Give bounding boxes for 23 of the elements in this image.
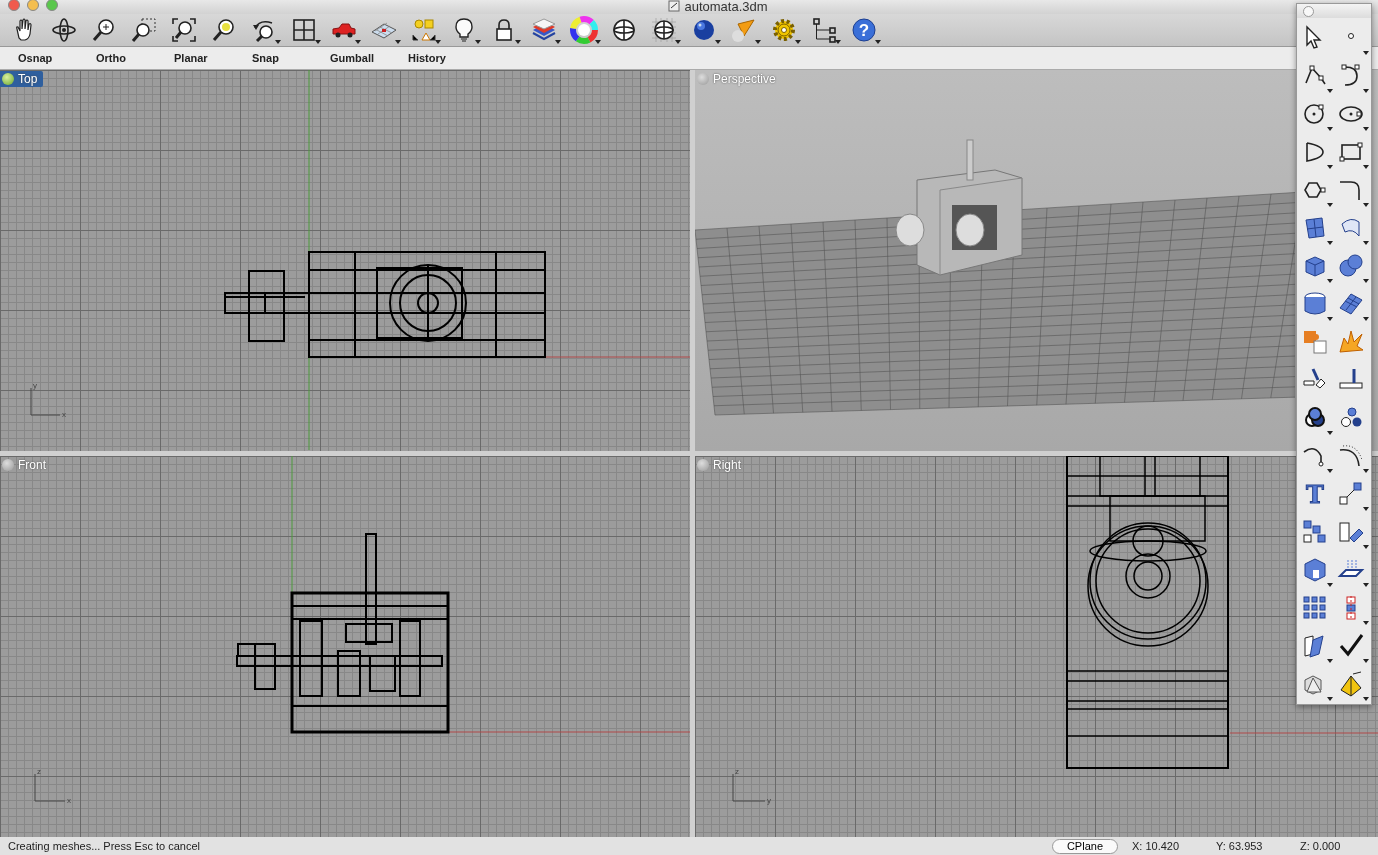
viewport-title: Perspective [713,72,776,86]
document-icon [668,0,681,12]
viewport-title: Top [18,72,38,86]
minimize-button[interactable] [27,0,39,11]
option-toggle[interactable]: Ortho [86,52,164,64]
viewport-title: Front [18,458,46,472]
option-toggle[interactable]: Osnap [8,52,86,64]
option-toggle[interactable]: Snap [242,52,320,64]
viewport-tab[interactable]: Top [0,71,44,87]
coordinate-readout: Z: 0.000 [1300,840,1342,852]
coordinate-readout: X: 10.420 [1132,840,1181,852]
viewport-title: Right [713,458,741,472]
status-message: Creating meshes... Press Esc to cancel [8,840,200,852]
option-toggle[interactable]: History [398,52,476,64]
option-toggle[interactable]: Planar [164,52,242,64]
coordinate-readout: Y: 63.953 [1216,840,1264,852]
color-wheel-icon[interactable] [568,15,602,45]
window-title: automata.3dm [684,0,768,13]
text-icon[interactable]: T [1298,478,1334,512]
close-button[interactable] [8,0,20,11]
zoom-button[interactable] [46,0,58,11]
option-toggle[interactable]: Gumball [320,52,398,64]
cplane-dropdown[interactable]: CPlane [1051,838,1118,854]
